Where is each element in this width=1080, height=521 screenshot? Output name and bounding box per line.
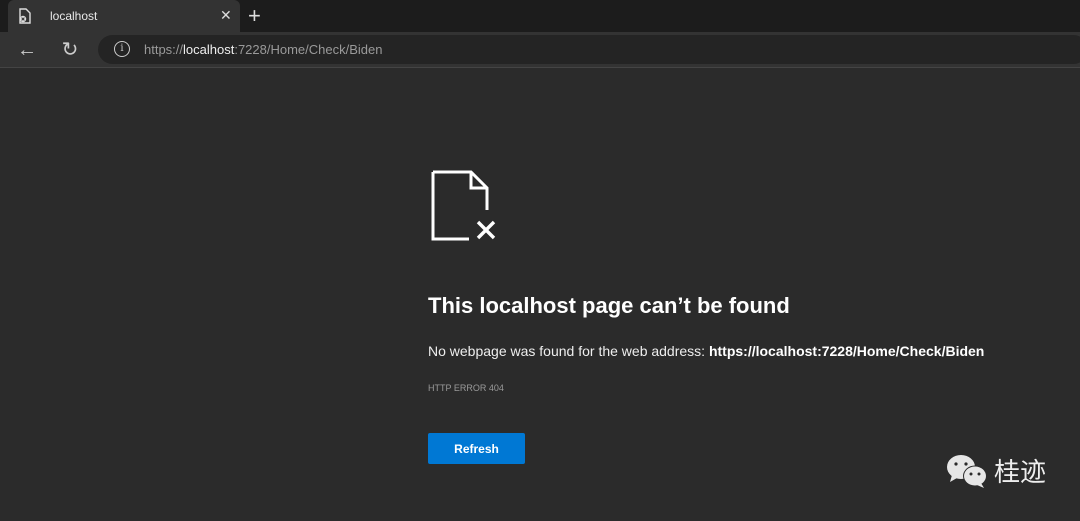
desc-url: https://localhost:7228/Home/Check/Biden	[708, 343, 985, 359]
tab-title: localhost	[50, 9, 98, 23]
new-tab-button[interactable]: +	[248, 3, 261, 29]
url-text[interactable]: https://localhost:7228/Home/Check/Biden	[144, 42, 383, 57]
error-description: No webpage was found for the web address…	[428, 343, 984, 359]
address-bar[interactable]: i https://localhost:7228/Home/Check/Bide…	[98, 35, 1080, 64]
tab-localhost[interactable]: localhost ✕	[8, 0, 240, 32]
url-host: localhost	[183, 42, 235, 57]
error-content: This localhost page can’t be found No we…	[428, 170, 984, 464]
refresh-button[interactable]: Refresh	[428, 433, 525, 464]
desc-prefix: No webpage was found for the web address…	[428, 343, 706, 359]
wechat-icon	[947, 454, 987, 488]
watermark: 桂迹	[946, 452, 1046, 489]
reload-icon[interactable]: ↻	[59, 39, 81, 61]
error-code: HTTP ERROR 404	[428, 383, 504, 393]
arrow-left-icon[interactable]: ←	[16, 39, 38, 61]
error-title: This localhost page can’t be found	[428, 293, 790, 318]
url-prefix: https://	[144, 42, 184, 57]
tab-bar: localhost ✕ +	[0, 0, 1080, 32]
watermark-text: 桂迹	[994, 457, 1047, 487]
close-icon[interactable]: ✕	[220, 7, 232, 24]
file-x-icon	[431, 170, 496, 241]
toolbar: ← ↻ i https://localhost:7228/Home/Check/…	[0, 32, 1080, 68]
page-error-icon	[19, 8, 31, 24]
info-icon[interactable]: i	[114, 41, 130, 57]
url-rest: :7228/Home/Check/Biden	[234, 42, 383, 57]
